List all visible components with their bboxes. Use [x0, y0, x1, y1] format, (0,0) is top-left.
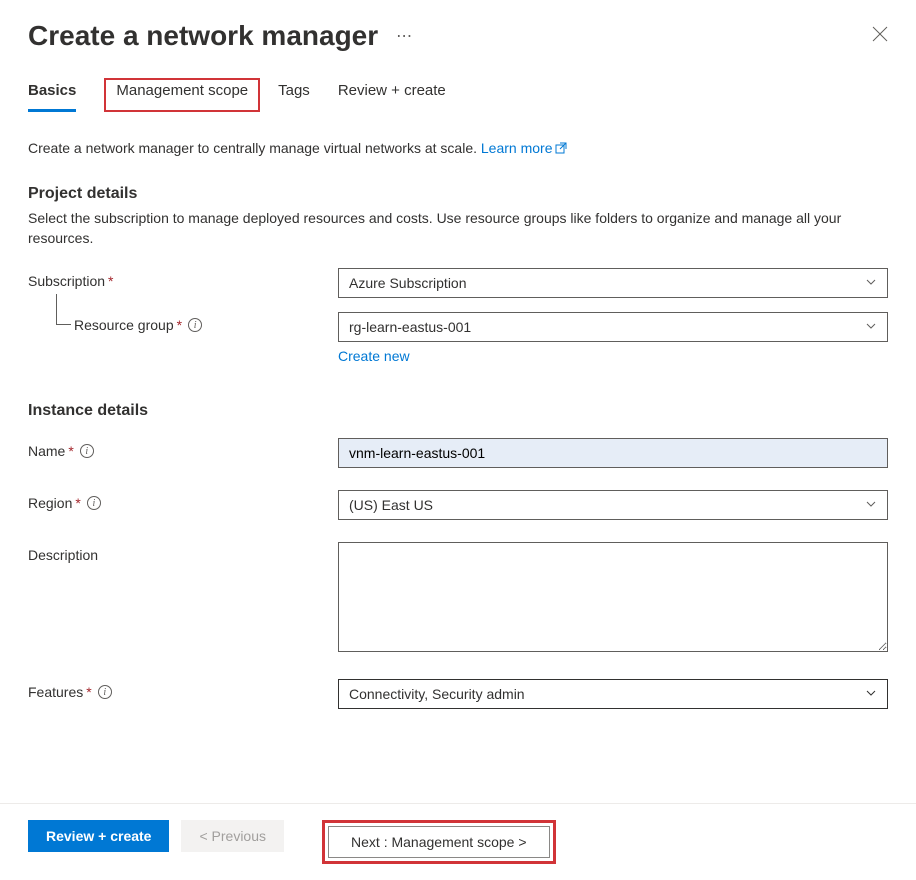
project-details-title: Project details [28, 185, 888, 203]
resource-group-label-text: Resource group [74, 317, 174, 333]
resource-group-label: Resource group* i [28, 312, 338, 333]
features-select[interactable]: Connectivity, Security admin [338, 679, 888, 709]
name-label: Name* i [28, 438, 338, 459]
region-label-text: Region [28, 495, 72, 511]
chevron-down-icon [865, 275, 877, 291]
next-button[interactable]: Next : Management scope > [328, 826, 550, 858]
description-label: Description [28, 542, 338, 563]
description-field[interactable] [338, 542, 888, 652]
footer-bar: Review + create < Previous Next : Manage… [0, 803, 916, 880]
resource-group-select[interactable]: rg-learn-eastus-001 [338, 312, 888, 342]
chevron-down-icon [865, 319, 877, 335]
region-value: (US) East US [349, 497, 433, 513]
page-title: Create a network manager [28, 20, 378, 52]
previous-button[interactable]: < Previous [181, 820, 284, 852]
learn-more-label: Learn more [481, 140, 553, 156]
name-label-text: Name [28, 443, 65, 459]
learn-more-link[interactable]: Learn more [481, 140, 568, 156]
info-icon[interactable]: i [98, 685, 112, 699]
subscription-select[interactable]: Azure Subscription [338, 268, 888, 298]
tab-management-scope[interactable]: Management scope [104, 78, 260, 112]
description-label-text: Description [28, 547, 98, 563]
close-icon[interactable] [872, 26, 888, 47]
subscription-value: Azure Subscription [349, 275, 467, 291]
required-indicator: * [108, 273, 113, 289]
next-button-highlight: Next : Management scope > [322, 820, 556, 864]
info-icon[interactable]: i [80, 444, 94, 458]
region-label: Region* i [28, 490, 338, 511]
instance-details-title: Instance details [28, 402, 888, 420]
tab-tags[interactable]: Tags [278, 78, 310, 112]
required-indicator: * [75, 495, 80, 511]
info-icon[interactable]: i [188, 318, 202, 332]
external-link-icon [555, 141, 567, 157]
features-label: Features* i [28, 679, 338, 700]
tab-bar: Basics Management scope Tags Review + cr… [0, 62, 916, 112]
tab-review-create[interactable]: Review + create [338, 78, 446, 112]
features-label-text: Features [28, 684, 83, 700]
required-indicator: * [177, 317, 182, 333]
more-icon[interactable]: ⋯ [396, 26, 413, 46]
required-indicator: * [68, 443, 73, 459]
required-indicator: * [86, 684, 91, 700]
tab-basics[interactable]: Basics [28, 78, 76, 112]
features-value: Connectivity, Security admin [349, 686, 525, 702]
intro-text: Create a network manager to centrally ma… [28, 140, 888, 157]
create-new-link[interactable]: Create new [338, 348, 410, 364]
review-create-button[interactable]: Review + create [28, 820, 169, 852]
intro-text-content: Create a network manager to centrally ma… [28, 140, 481, 156]
name-field[interactable] [338, 438, 888, 468]
project-details-description: Select the subscription to manage deploy… [28, 209, 888, 248]
subscription-label-text: Subscription [28, 273, 105, 289]
chevron-down-icon [865, 686, 877, 702]
chevron-down-icon [865, 497, 877, 513]
subscription-label: Subscription* [28, 268, 338, 289]
region-select[interactable]: (US) East US [338, 490, 888, 520]
resource-group-value: rg-learn-eastus-001 [349, 319, 471, 335]
info-icon[interactable]: i [87, 496, 101, 510]
